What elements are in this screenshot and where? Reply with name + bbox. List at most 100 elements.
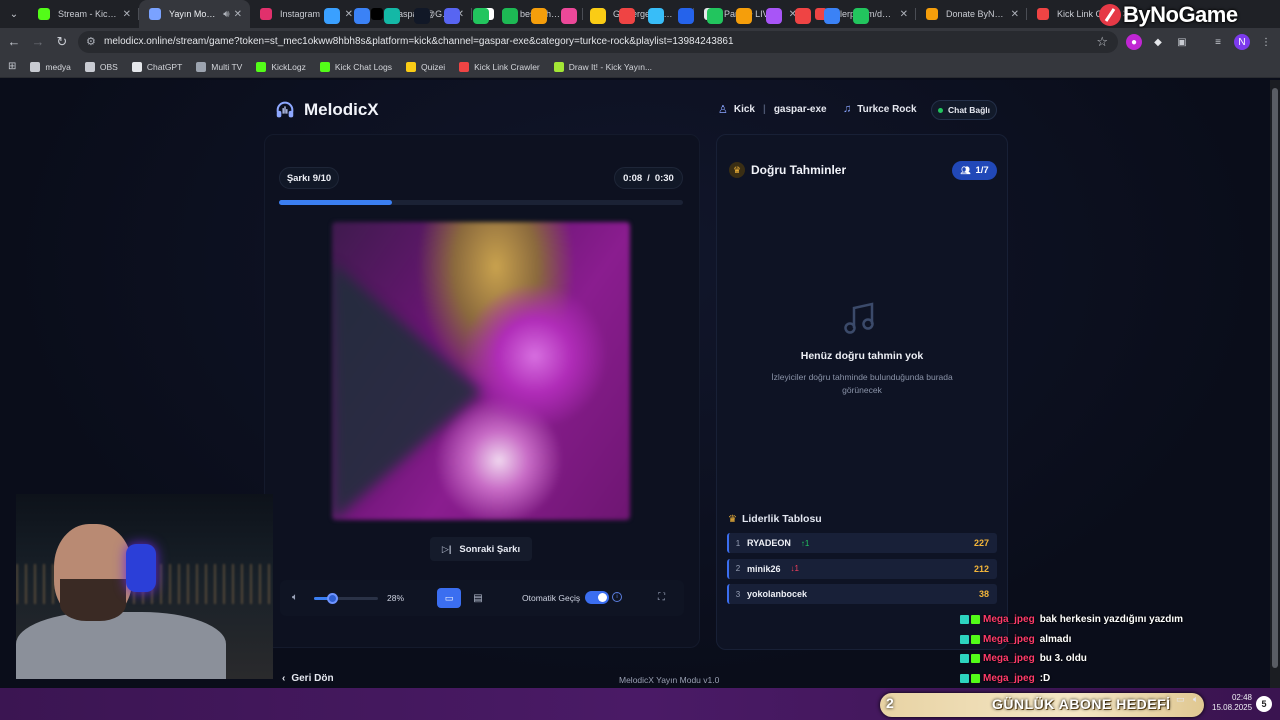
compact-mode-button[interactable]: ▤ — [470, 590, 486, 606]
app-icon[interactable] — [384, 8, 400, 24]
browser-tab[interactable]: Yayın Modu | MelodicX 🔊︎ ✕ — [139, 0, 250, 28]
bookmark-item[interactable]: OBS — [84, 61, 118, 72]
reload-icon[interactable]: ↻ — [54, 34, 70, 50]
volume-slider[interactable] — [314, 597, 378, 600]
guesses-title: Doğru Tahminler — [751, 163, 847, 177]
discord-icon[interactable] — [444, 8, 460, 24]
bookmark-item[interactable]: ChatGPT — [131, 61, 182, 72]
back-button[interactable]: ‹ Geri Dön — [282, 673, 334, 684]
bookmark-item[interactable]: Multi TV — [196, 61, 243, 72]
scrollbar-thumb[interactable] — [1272, 88, 1278, 668]
subscriber-goal-widget: 2 GÜNLÜK ABONE HEDEFİ — [880, 693, 1204, 717]
leaderboard-score: 227 — [973, 538, 989, 548]
extensions-puzzle-icon[interactable]: ▣ — [1174, 34, 1190, 50]
bookmark-label: Kick Chat Logs — [334, 61, 392, 72]
chrome-profile-icon[interactable] — [824, 8, 840, 24]
tab-search-icon[interactable]: ⌄ — [0, 0, 28, 28]
browser-menu-icon[interactable]: ⋮ — [1258, 34, 1274, 50]
file-explorer-icon[interactable] — [590, 8, 606, 24]
volume-slider-thumb[interactable] — [326, 593, 338, 604]
monitor-mode-button[interactable]: ▭ — [437, 588, 461, 608]
browser-toolbar: ← → ↻ ⚙ melodicx.online/stream/game?toke… — [0, 28, 1280, 56]
speaker-icon[interactable]: 🔈︎ — [1193, 694, 1198, 704]
opera-gx-icon[interactable] — [561, 8, 577, 24]
tab-favicon-icon — [371, 8, 383, 20]
forward-arrow-icon[interactable]: → — [30, 34, 46, 50]
chat-username: Mega_jpeg — [983, 653, 1035, 665]
network-icon[interactable]: ▭ — [1176, 694, 1185, 704]
kick-badge-icon — [971, 634, 980, 644]
bookmark-item[interactable]: KickLogz — [256, 61, 306, 72]
volume-icon[interactable]: 🔈︎ — [292, 592, 298, 603]
profile-avatar[interactable]: N — [1234, 34, 1250, 50]
leaderboard-username: minik26 — [747, 563, 781, 574]
bitwarden-icon[interactable] — [354, 8, 370, 24]
guess-count: 1/7 — [975, 165, 989, 176]
shield-extension-icon[interactable]: ◆ — [1150, 34, 1166, 50]
brand-name: MelodicX — [304, 100, 379, 119]
browser-tab[interactable]: Stream - Kick Dashboard ✕ — [28, 0, 139, 28]
page-scrollbar[interactable] — [1270, 80, 1280, 688]
tab-close-icon[interactable]: ✕ — [1011, 9, 1019, 20]
obs-icon[interactable] — [414, 8, 430, 24]
bookmark-label: Draw It! - Kick Yayın... — [568, 61, 653, 72]
url-text[interactable]: melodicx.online/stream/game?token=st_mec… — [104, 36, 734, 47]
tab-close-icon[interactable]: ✕ — [345, 9, 353, 20]
reading-list-icon[interactable]: ≡ — [1210, 34, 1226, 50]
chrome-profile-icon[interactable] — [736, 8, 752, 24]
tab-close-icon[interactable]: ✕ — [123, 9, 131, 20]
bookmark-label: OBS — [99, 61, 118, 72]
system-tray[interactable]: ▭ 🔈︎ — [1176, 694, 1198, 705]
fullscreen-icon[interactable]: ⛶ — [658, 592, 665, 603]
notification-badge[interactable]: 5 — [1256, 696, 1272, 712]
next-song-button[interactable]: ▷| Sonraki Şarkı — [430, 537, 532, 561]
browser-tab[interactable]: Donate ByNoGame ✕ — [916, 0, 1027, 28]
bookmark-item[interactable]: Quizei — [406, 61, 445, 72]
telegram-icon[interactable] — [648, 8, 664, 24]
chrome-profile-icon[interactable] — [853, 8, 869, 24]
info-icon[interactable]: i — [612, 592, 622, 602]
spotify-icon[interactable] — [502, 8, 518, 24]
kick-badge-icon — [971, 654, 980, 664]
whatsapp-icon[interactable] — [473, 8, 489, 24]
layout-icon: ▤ — [473, 592, 483, 604]
chat-username: Mega_jpeg — [983, 633, 1035, 645]
back-arrow-icon[interactable]: ← — [6, 34, 22, 50]
bookmark-item[interactable]: Kick Link Crawler — [459, 61, 540, 72]
chat-message: Mega_jpeg:D — [960, 669, 1260, 689]
address-bar[interactable]: ⚙ melodicx.online/stream/game?token=st_m… — [78, 31, 1118, 53]
auto-advance-toggle[interactable] — [585, 591, 609, 604]
apps-grid-icon[interactable]: ⊞ — [8, 61, 16, 72]
bookmark-item[interactable]: medya — [30, 61, 71, 72]
bookmark-item[interactable]: Kick Chat Logs — [319, 61, 392, 72]
tab-favicon-icon — [149, 8, 161, 20]
tab-close-icon[interactable]: ✕ — [234, 9, 242, 20]
tab-title: Donate ByNoGame — [946, 9, 1007, 19]
badge-icon — [960, 634, 969, 644]
time-elapsed: 0:08 — [623, 172, 643, 184]
toggle-knob — [598, 593, 607, 602]
tab-close-icon[interactable]: ✕ — [900, 9, 908, 20]
kick-badge-icon — [971, 615, 980, 625]
browser-tab[interactable]: Instagram ✕ — [250, 0, 361, 28]
bookmarks-bar: ⊞ medya OBS ChatGPT Multi TV KickLogz Kick Ch… — [0, 56, 1280, 78]
app-logo[interactable]: MelodicX — [274, 99, 379, 121]
bookmark-item[interactable]: Draw It! - Kick Yayın... — [553, 61, 653, 72]
chrome-profile-icon[interactable] — [619, 8, 635, 24]
bookmark-favicon-icon — [30, 61, 41, 72]
back-label: Geri Dön — [291, 673, 334, 684]
chrome-icon[interactable] — [531, 8, 547, 24]
extension-icon[interactable]: ● — [1126, 34, 1142, 50]
chrome-profile-icon[interactable] — [795, 8, 811, 24]
windows-start-icon[interactable] — [324, 8, 340, 24]
bookmark-label: KickLogz — [271, 61, 306, 72]
bookmark-label: Multi TV — [211, 61, 243, 72]
system-clock[interactable]: 02:48 15.08.2025 — [1212, 693, 1252, 713]
chrome-profile-icon[interactable] — [707, 8, 723, 24]
tab-audio-icon[interactable]: 🔊︎ — [223, 9, 229, 20]
site-info-icon[interactable]: ⚙ — [86, 35, 100, 49]
outlook-icon[interactable] — [678, 8, 694, 24]
chrome-profile-icon[interactable] — [766, 8, 782, 24]
bookmark-star-icon[interactable]: ☆ — [1096, 34, 1108, 50]
page-footer: MelodicX Yayın Modu v1.0 — [619, 675, 720, 685]
